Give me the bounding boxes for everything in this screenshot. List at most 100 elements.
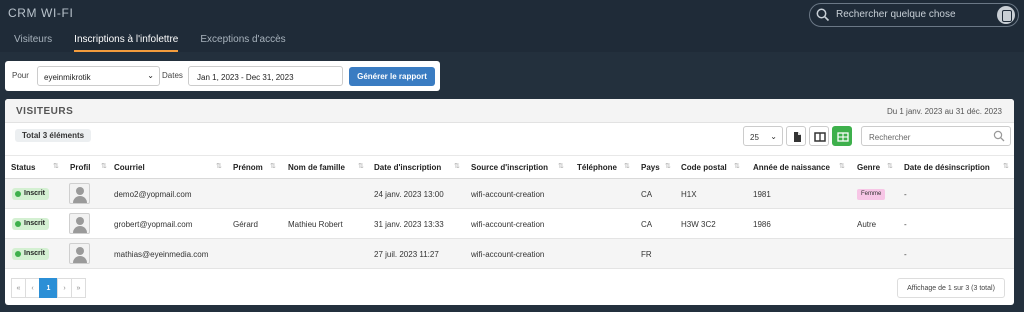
grid-view-button[interactable] <box>832 126 852 146</box>
panel-title: VISITEURS <box>16 106 74 117</box>
status-badge: Inscrit <box>12 218 50 230</box>
sort-icon[interactable]: ⇅ <box>887 162 893 170</box>
cell-source: wifi-account-creation <box>471 250 545 259</box>
page-size-value: 25 <box>750 133 759 142</box>
generate-report-button[interactable]: Générer le rapport <box>349 67 435 86</box>
pagination: « ‹ 1 › » <box>11 278 86 298</box>
sort-icon[interactable]: ⇅ <box>270 162 276 170</box>
panel-header: VISITEURS Du 1 janv. 2023 au 31 déc. 202… <box>5 99 1014 123</box>
cell-country: CA <box>641 190 653 199</box>
table-row[interactable]: Inscrit mathias@eyeinmedia.com 27 juil. … <box>5 239 1014 269</box>
cell-birth-year: 1981 <box>753 190 771 199</box>
tab-bar: Visiteurs Inscriptions à l'infolettre Ex… <box>0 30 294 52</box>
page-size-select[interactable]: 25 ⌄ <box>743 126 783 146</box>
search-icon <box>993 130 1005 142</box>
sort-icon[interactable]: ⇅ <box>734 162 740 170</box>
date-range-input[interactable]: Jan 1, 2023 - Dec 31, 2023 <box>188 66 343 86</box>
column-header-status[interactable]: Status <box>11 163 35 172</box>
cell-unsubscribe-date: - <box>904 220 907 229</box>
sort-icon[interactable]: ⇅ <box>1003 162 1009 170</box>
table-search-placeholder: Rechercher <box>869 133 911 142</box>
status-badge: Inscrit <box>12 248 50 260</box>
cell-date: 31 janv. 2023 13:33 <box>374 220 444 229</box>
column-header-annee-naissance[interactable]: Année de naissance <box>753 163 830 172</box>
sort-icon[interactable]: ⇅ <box>53 162 59 170</box>
column-header-courriel[interactable]: Courriel <box>114 163 145 172</box>
column-header-nom-de-famille[interactable]: Nom de famille <box>288 163 345 172</box>
cell-postal-code: H3W 3C2 <box>681 220 716 229</box>
dates-label: Dates <box>162 71 183 80</box>
sort-icon[interactable]: ⇅ <box>101 162 107 170</box>
status-badge: Inscrit <box>12 188 50 200</box>
sort-icon[interactable]: ⇅ <box>358 162 364 170</box>
chevron-down-icon: ⌄ <box>770 132 777 141</box>
column-header-telephone[interactable]: Téléphone <box>577 163 617 172</box>
location-select-value: eyeinmikrotik <box>44 73 91 82</box>
table-row[interactable]: Inscrit demo2@yopmail.com 24 janv. 2023 … <box>5 179 1014 209</box>
cell-email: mathias@eyeinmedia.com <box>114 250 209 259</box>
search-icon <box>816 8 830 22</box>
cell-first-name: Gérard <box>233 220 258 229</box>
page-current-button[interactable]: 1 <box>39 278 58 298</box>
export-document-button[interactable] <box>786 126 806 146</box>
cell-date: 24 janv. 2023 13:00 <box>374 190 444 199</box>
column-header-code-postal[interactable]: Code postal <box>681 163 727 172</box>
avatar <box>69 213 90 234</box>
global-search-input[interactable]: Rechercher quelque chose <box>809 3 1019 27</box>
page-first-button[interactable]: « <box>11 278 26 298</box>
grid-icon <box>837 132 849 142</box>
chevron-down-icon: ⌄ <box>147 71 154 80</box>
avatar <box>69 183 90 204</box>
sort-icon[interactable]: ⇅ <box>665 162 671 170</box>
document-icon <box>794 132 801 142</box>
cell-unsubscribe-date: - <box>904 190 907 199</box>
cell-birth-year: 1986 <box>753 220 771 229</box>
cell-email: grobert@yopmail.com <box>114 220 193 229</box>
total-count-badge: Total 3 éléments <box>15 129 92 142</box>
location-select[interactable]: eyeinmikrotik ⌄ <box>37 66 160 86</box>
panel-date-range: Du 1 janv. 2023 au 31 déc. 2023 <box>886 107 1002 116</box>
app-title: CRM WI-FI <box>8 6 74 20</box>
sort-icon[interactable]: ⇅ <box>454 162 460 170</box>
global-search-placeholder: Rechercher quelque chose <box>836 9 956 20</box>
cell-country: FR <box>641 250 652 259</box>
location-label: Pour <box>12 71 29 80</box>
cell-unsubscribe-date: - <box>904 250 907 259</box>
column-header-profil[interactable]: Profil <box>70 163 90 172</box>
cell-date: 27 juil. 2023 11:27 <box>374 250 439 259</box>
sort-icon[interactable]: ⇅ <box>624 162 630 170</box>
user-menu-icon[interactable] <box>997 6 1015 24</box>
cell-gender: Autre <box>857 220 877 229</box>
report-filter-card: Pour eyeinmikrotik ⌄ Dates Jan 1, 2023 -… <box>5 61 440 91</box>
sort-icon[interactable]: ⇅ <box>558 162 564 170</box>
tab-visiteurs[interactable]: Visiteurs <box>14 30 52 52</box>
visitors-panel: VISITEURS Du 1 janv. 2023 au 31 déc. 202… <box>5 99 1014 305</box>
column-header-pays[interactable]: Pays <box>641 163 660 172</box>
sort-icon[interactable]: ⇅ <box>216 162 222 170</box>
page-prev-button[interactable]: ‹ <box>25 278 40 298</box>
cell-email: demo2@yopmail.com <box>114 190 192 199</box>
page-next-button[interactable]: › <box>57 278 72 298</box>
column-header-date-inscription[interactable]: Date d'inscription <box>374 163 441 172</box>
cell-source: wifi-account-creation <box>471 220 545 229</box>
cell-source: wifi-account-creation <box>471 190 545 199</box>
columns-toggle-button[interactable] <box>809 126 829 146</box>
pagination-info: Affichage de 1 sur 3 (3 total) <box>897 278 1005 298</box>
avatar <box>69 243 90 264</box>
table-row[interactable]: Inscrit grobert@yopmail.com Gérard Mathi… <box>5 209 1014 239</box>
tab-exceptions-acces[interactable]: Exceptions d'accès <box>200 30 285 52</box>
column-header-prenom[interactable]: Prénom <box>233 163 263 172</box>
column-header-source-inscription[interactable]: Source d'inscription <box>471 163 548 172</box>
sort-icon[interactable]: ⇅ <box>839 162 845 170</box>
top-bar: CRM WI-FI Visiteurs Inscriptions à l'inf… <box>0 0 1024 52</box>
column-header-genre[interactable]: Genre <box>857 163 880 172</box>
page-last-button[interactable]: » <box>71 278 86 298</box>
table-search-input[interactable]: Rechercher <box>861 126 1011 146</box>
cell-last-name: Mathieu Robert <box>288 220 343 229</box>
tab-inscriptions-infolettre[interactable]: Inscriptions à l'infolettre <box>74 30 179 52</box>
column-header-date-desinscription[interactable]: Date de désinscription <box>904 163 990 172</box>
columns-icon <box>814 132 826 142</box>
table-header: Status ⇅ Profil ⇅ Courriel ⇅ Prénom ⇅ No… <box>5 155 1014 179</box>
cell-postal-code: H1X <box>681 190 697 199</box>
cell-country: CA <box>641 220 653 229</box>
